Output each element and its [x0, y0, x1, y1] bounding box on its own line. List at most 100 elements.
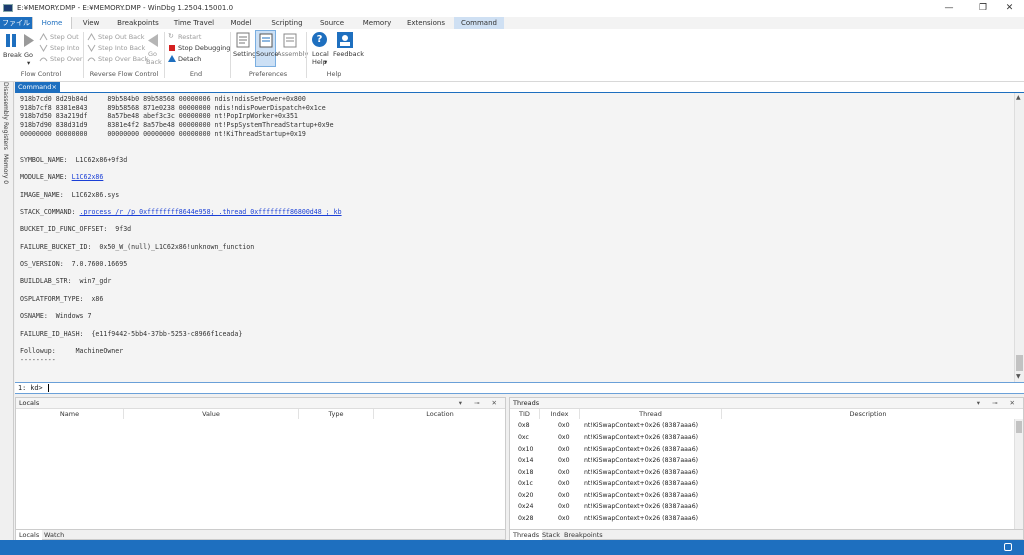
table-row[interactable]: 0x18 0x0 nt!KiSwapContext+0x26 (8387aaa6)	[510, 467, 1014, 479]
tab-memory[interactable]: Memory	[358, 17, 396, 29]
step-over-icon	[39, 57, 48, 62]
tab-threads[interactable]: Threads	[510, 530, 543, 540]
assembly-button[interactable]: Assembly	[277, 50, 308, 58]
go-icon	[24, 34, 34, 47]
locals-panel-buttons[interactable]: ▾ ⊸ ✕	[459, 398, 502, 409]
threads-col-index[interactable]: Index	[540, 409, 580, 419]
output-line-stack: STACK_COMMAND: .process /r /p 0xffffffff…	[20, 208, 1014, 217]
close-button[interactable]: ✕	[995, 0, 1024, 17]
locals-title: Locals	[19, 399, 40, 407]
tab-scripting[interactable]: Scripting	[268, 17, 306, 29]
feedback-button[interactable]: Feedback	[333, 50, 364, 58]
table-row[interactable]: 0x10 0x0 nt!KiSwapContext+0x26 (8387aaa6)	[510, 444, 1014, 456]
thread-tid: 0x24	[518, 503, 534, 510]
table-row[interactable]: 0x28 0x0 nt!KiSwapContext+0x26 (8387aaa6)	[510, 513, 1014, 525]
scroll-up-icon[interactable]: ▲	[1016, 94, 1021, 101]
tab-time-travel[interactable]: Time Travel	[172, 17, 216, 29]
settings-icon	[236, 32, 250, 48]
break-button[interactable]: Break	[3, 51, 22, 59]
go-dropdown-icon[interactable]: ▾	[27, 59, 30, 67]
step-out-button[interactable]: Step Out	[50, 33, 79, 41]
command-input[interactable]: 1: kd>	[15, 382, 1024, 394]
restart-button[interactable]: Restart	[178, 33, 201, 41]
step-out-back-button[interactable]: Step Out Back	[98, 33, 145, 41]
output-line: 00000000 00000000 00000000 00000000 0000…	[20, 129, 306, 138]
window-title: E:¥MEMORY.DMP - E:¥MEMORY.DMP - WinDbg 1…	[17, 4, 234, 12]
step-over-back-button[interactable]: Step Over Back	[98, 55, 148, 63]
table-row[interactable]: 0xc 0x0 nt!KiSwapContext+0x26 (8387aaa6)	[510, 432, 1014, 444]
threads-panel-buttons[interactable]: ▾ ⊸ ✕	[977, 398, 1020, 409]
threads-panel: Threads ▾ ⊸ ✕ TID Index Thread Descriptio…	[509, 397, 1024, 540]
thread-tid: 0x10	[518, 445, 534, 453]
locals-col-location[interactable]: Location	[374, 409, 506, 419]
go-back-button-label-go[interactable]: Go	[148, 50, 157, 58]
tab-locals[interactable]: Locals	[16, 530, 43, 540]
tab-breakpoints-panel[interactable]: Breakpoints	[561, 530, 606, 540]
local-help-dropdown-icon[interactable]: ▾	[324, 58, 327, 66]
thread-frame: nt!KiSwapContext+0x26 (8387aaa6)	[584, 514, 699, 522]
step-into-back-button[interactable]: Step Into Back	[98, 44, 145, 52]
output-line: FAILURE_ID_HASH: {e11f9442-5bb4-37bb-525…	[20, 329, 243, 338]
threads-col-description[interactable]: Description	[722, 409, 1014, 419]
threads-col-tid[interactable]: TID	[510, 409, 540, 419]
notification-icon[interactable]	[1004, 543, 1012, 551]
table-row[interactable]: 0x20 0x0 nt!KiSwapContext+0x26 (8387aaa6)	[510, 490, 1014, 502]
threads-scrollbar[interactable]	[1014, 419, 1023, 529]
tab-command[interactable]: Command	[454, 17, 504, 29]
thread-frame: nt!KiSwapContext+0x26 (8387aaa6)	[584, 434, 699, 441]
tab-file[interactable]: ファイル	[0, 17, 32, 29]
group-label-end: End	[189, 70, 203, 78]
thread-index: 0x0	[558, 503, 570, 510]
output-line: 918b7cd0 8d29b84d 89b584b0 89b58568 0000…	[20, 95, 306, 103]
command-tab-close-icon[interactable]: ×	[52, 82, 57, 92]
threads-title: Threads	[513, 399, 540, 407]
tab-watch[interactable]: Watch	[41, 530, 67, 540]
source-button[interactable]: Source	[256, 50, 278, 58]
locals-col-name[interactable]: Name	[16, 409, 124, 419]
tab-view[interactable]: View	[76, 17, 106, 29]
minimize-button[interactable]: —	[932, 0, 966, 17]
locals-col-value[interactable]: Value	[124, 409, 299, 419]
detach-button[interactable]: Detach	[178, 55, 201, 63]
group-label-flow-control: Flow Control	[20, 70, 62, 78]
table-row[interactable]: 0x1c 0x0 nt!KiSwapContext+0x26 (8387aaa6)	[510, 478, 1014, 490]
locals-col-type[interactable]: Type	[299, 409, 374, 419]
command-output-scrollbar[interactable]: ▲ ▼	[1014, 93, 1024, 382]
table-row[interactable]: 0x8 0x0 nt!KiSwapContext+0x26 (8387aaa6)	[510, 420, 1014, 432]
scroll-down-icon[interactable]: ▼	[1016, 373, 1021, 380]
command-tab[interactable]: Command ×	[15, 82, 60, 92]
tab-extensions[interactable]: Extensions	[404, 17, 448, 29]
ribbon-separator	[83, 32, 84, 78]
step-out-back-icon	[87, 33, 96, 41]
tab-source[interactable]: Source	[316, 17, 348, 29]
tab-home[interactable]: Home	[32, 17, 72, 29]
sidebar-tab-memory[interactable]: Memory 0	[2, 154, 9, 184]
tab-breakpoints[interactable]: Breakpoints	[114, 17, 162, 29]
go-button[interactable]: Go	[24, 51, 33, 59]
sidebar-tab-disassembly[interactable]: Disassembly	[2, 82, 9, 120]
group-label-reverse-flow-control: Reverse Flow Control	[89, 70, 159, 78]
table-row[interactable]: 0x24 0x0 nt!KiSwapContext+0x26 (8387aaa6)	[510, 501, 1014, 513]
step-into-button[interactable]: Step Into	[50, 44, 79, 52]
thread-frame: nt!KiSwapContext+0x26 (8387aaa6)	[584, 468, 699, 476]
tab-stack[interactable]: Stack	[539, 530, 563, 540]
go-back-button-label-back[interactable]: Back	[146, 58, 162, 66]
step-over-button[interactable]: Step Over	[50, 55, 83, 63]
go-back-icon	[148, 34, 158, 47]
threads-scrollbar-thumb[interactable]	[1016, 421, 1022, 433]
module-name-link[interactable]: L1C62x86	[72, 173, 104, 181]
thread-tid: 0x8	[518, 422, 530, 429]
scrollbar-thumb[interactable]	[1016, 355, 1023, 371]
stop-debugging-button[interactable]: Stop Debugging	[178, 44, 230, 52]
local-help-button-local[interactable]: Local	[312, 50, 329, 58]
stack-command-link[interactable]: .process /r /p 0xffffffff8644e958; .thre…	[80, 208, 342, 216]
table-row[interactable]: 0x14 0x0 nt!KiSwapContext+0x26 (8387aaa6)	[510, 455, 1014, 467]
tab-model[interactable]: Model	[226, 17, 256, 29]
sidebar-tab-registers[interactable]: Registers	[2, 122, 9, 150]
threads-col-thread[interactable]: Thread	[580, 409, 722, 419]
